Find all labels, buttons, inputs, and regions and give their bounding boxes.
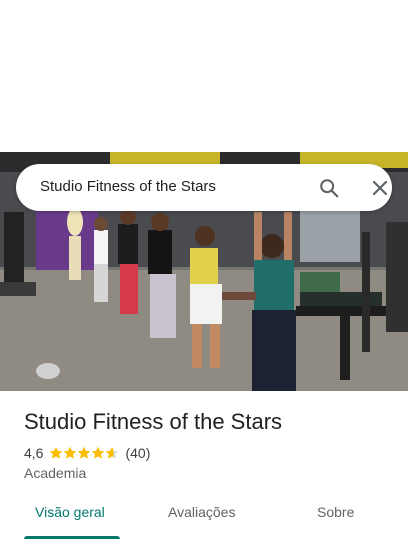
search-bar[interactable]: Studio Fitness of the Stars — [16, 164, 392, 211]
star-icon — [50, 446, 63, 459]
search-input[interactable]: Studio Fitness of the Stars — [40, 178, 216, 195]
star-icon — [64, 446, 77, 459]
review-count[interactable]: (40) — [125, 445, 150, 461]
star-rating — [49, 446, 119, 460]
rating-value: 4,6 — [24, 445, 44, 461]
star-icon — [92, 446, 105, 459]
place-tabs: Visão geral Avaliações Sobre — [0, 496, 408, 544]
tab-reviews[interactable]: Avaliações — [168, 504, 235, 520]
tab-overview[interactable]: Visão geral — [35, 504, 105, 520]
rating-row[interactable]: 4,6 (40) — [24, 444, 150, 462]
place-category: Academia — [24, 465, 87, 481]
close-icon[interactable] — [370, 178, 390, 198]
star-icon — [78, 446, 91, 459]
place-title: Studio Fitness of the Stars — [24, 409, 283, 434]
star-icon — [106, 446, 119, 459]
active-tab-indicator — [24, 536, 120, 539]
search-icon[interactable] — [318, 177, 340, 199]
tab-about[interactable]: Sobre — [317, 504, 354, 520]
